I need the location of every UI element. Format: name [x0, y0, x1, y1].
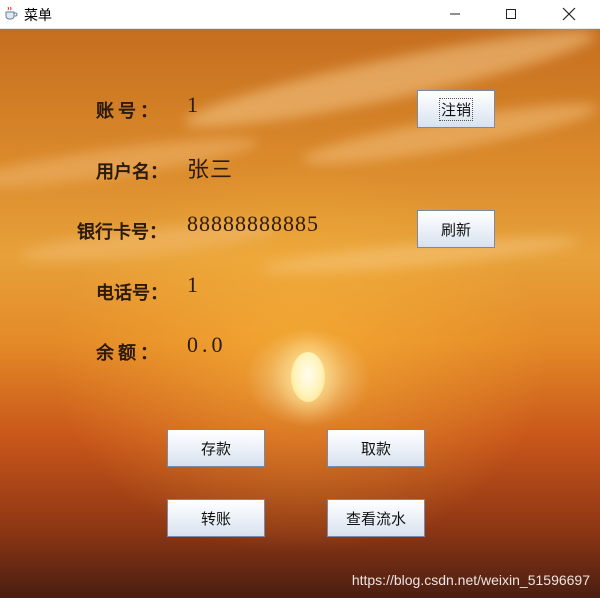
balance-label: 余额：	[96, 343, 162, 363]
watermark: https://blog.csdn.net/weixin_51596697	[351, 572, 590, 588]
withdraw-button[interactable]: 取款	[327, 429, 425, 467]
username-value: 张三	[187, 157, 234, 182]
transfer-button[interactable]: 转账	[167, 499, 265, 537]
close-button[interactable]	[546, 0, 592, 28]
deposit-button-label: 存款	[200, 439, 231, 458]
maximize-icon	[506, 9, 516, 19]
logout-button[interactable]: 注销	[417, 90, 495, 128]
refresh-button[interactable]: 刷新	[417, 210, 495, 248]
view-history-button[interactable]: 查看流水	[327, 499, 425, 537]
sun	[291, 352, 325, 402]
phone-value: 1	[187, 272, 199, 297]
phone-label: 电话号：	[96, 283, 168, 303]
balance-value: 0.0	[187, 332, 227, 357]
sunset-background: 账号： 1 用户名： 张三 银行卡号： 88888888885 电话号： 1 余…	[0, 29, 600, 598]
window-title: 菜单	[24, 8, 52, 24]
account-label: 账号：	[96, 101, 162, 121]
card-number-label: 银行卡号：	[77, 222, 167, 242]
java-cup-icon	[5, 6, 18, 20]
withdraw-button-label: 取款	[360, 439, 391, 458]
transfer-button-label: 转账	[200, 509, 231, 528]
minimize-icon	[450, 13, 460, 15]
username-label: 用户名：	[96, 162, 168, 182]
view-history-button-label: 查看流水	[345, 509, 406, 528]
refresh-button-label: 刷新	[440, 220, 471, 239]
maximize-button[interactable]	[488, 0, 534, 28]
minimize-button[interactable]	[432, 0, 478, 28]
logout-button-label: 注销	[438, 97, 474, 121]
account-value: 1	[187, 92, 199, 117]
close-icon	[562, 7, 576, 21]
title-bar: 菜单	[0, 0, 600, 29]
deposit-button[interactable]: 存款	[167, 429, 265, 467]
card-number-value: 88888888885	[187, 211, 319, 236]
